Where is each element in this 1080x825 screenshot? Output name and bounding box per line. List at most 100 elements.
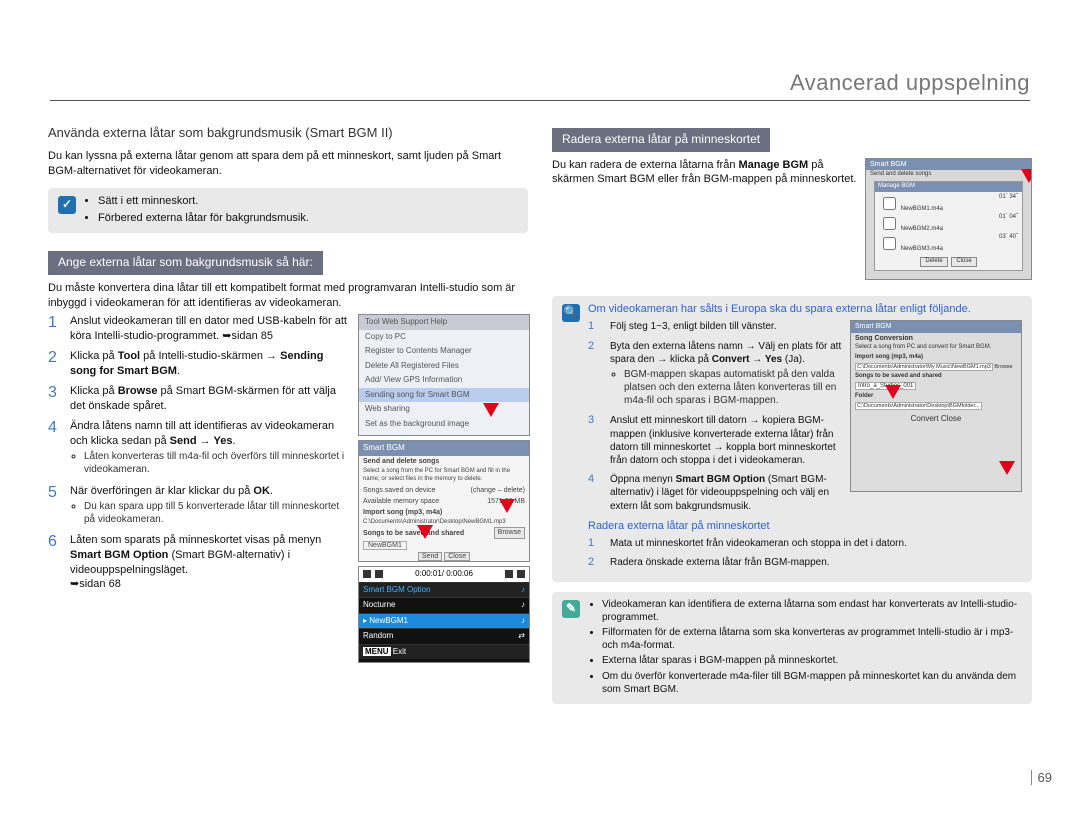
- step-number: 1: [588, 537, 602, 550]
- right-column: Radera externa låtar på minneskortet Sma…: [552, 120, 1032, 714]
- sc-top: Smart BGM: [851, 321, 1021, 332]
- left-column: Använda externa låtar som bakgrundsmusik…: [48, 120, 528, 714]
- bottom-note-box: ✎ Videokameran kan identifiera de extern…: [552, 592, 1032, 704]
- left-intro: Du kan lyssna på externa låtar genom att…: [48, 149, 528, 178]
- sub-bullet: BGM-mappen skapas automatiskt på den val…: [624, 368, 842, 408]
- menu-item-highlighted: Sending song for Smart BGM: [359, 388, 529, 403]
- step-text: Öppna menyn Smart BGM Option (Smart BGM-…: [610, 473, 842, 513]
- step-text: Mata ut minneskortet från videokameran o…: [610, 537, 1022, 550]
- battery-icon: [505, 570, 513, 578]
- close-button[interactable]: Close: [941, 414, 961, 423]
- check-icon: ✓: [58, 196, 76, 214]
- note-item: Externa låtar sparas i BGM-mappen på min…: [602, 654, 1022, 667]
- player-time: 0:00:01/ 0:00:06: [387, 569, 501, 580]
- step-number: 2: [588, 556, 602, 569]
- prerequisite-list: Sätt i ett minneskort. Förbered externa …: [84, 194, 309, 227]
- red-arrow-icon: [483, 403, 499, 417]
- sb-label: Available memory space: [363, 498, 439, 505]
- row-dur: 03´ 40˝: [999, 234, 1018, 242]
- sc-save: Songs to be saved and shared: [851, 371, 1021, 383]
- delete-steps: 1 Mata ut minneskortet från videokameran …: [588, 537, 1022, 569]
- prereq-item: Förbered externa låtar för bakgrundsmusi…: [98, 211, 309, 226]
- step-text: Radera önskade externa låtar från BGM-ma…: [610, 556, 1022, 569]
- box-lead: Om videokameran har sålts i Europa ska d…: [588, 302, 1022, 317]
- convert-button[interactable]: Convert: [911, 414, 939, 423]
- row-checkbox[interactable]: [883, 237, 896, 250]
- red-arrow-icon: [499, 499, 515, 513]
- step-text: Klicka på Browse på Smart BGM-skärmen fö…: [70, 384, 350, 413]
- close-button[interactable]: Close: [444, 552, 470, 561]
- send-button[interactable]: Send: [418, 552, 442, 561]
- menu-item: Add/ View GPS Information: [359, 373, 529, 388]
- row-dur: 01´ 34˝: [999, 194, 1018, 202]
- bottom-notes: Videokameran kan identifiera de externa …: [588, 598, 1022, 698]
- step-number: 1: [48, 314, 62, 343]
- option-item-selected: ▸ NewBGM1: [363, 616, 408, 627]
- left-section-bar: Ange externa låtar som bakgrundsmusik så…: [48, 251, 323, 275]
- option-item: Random: [363, 631, 393, 642]
- row-name: NewBGM1.m4a: [901, 206, 943, 212]
- note-item: Filformaten för de externa låtarna som s…: [602, 626, 1022, 652]
- step-number: 3: [588, 414, 602, 467]
- mgr-top: Smart BGM: [866, 159, 1031, 170]
- right-section-bar: Radera externa låtar på minneskortet: [552, 128, 770, 152]
- sb-label: Songs saved on device: [363, 487, 435, 494]
- menu-exit: MENU Exit: [363, 647, 406, 658]
- row-name: NewBGM3.m4a: [901, 246, 943, 252]
- sc-folder: Folder: [851, 391, 1021, 403]
- sub-blue-heading: Radera externa låtar på minneskortet: [588, 519, 1022, 534]
- row-checkbox[interactable]: [883, 197, 896, 210]
- browse-button[interactable]: Browse: [994, 364, 1012, 370]
- menu-item: Copy to PC: [359, 330, 529, 345]
- left-section-para: Du måste konvertera dina låtar till ett …: [48, 281, 528, 310]
- option-item: Nocturne: [363, 600, 395, 611]
- sc-path: C:\Documents\Administrator\My Music\NewB…: [855, 363, 993, 371]
- prereq-item: Sätt i ett minneskort.: [98, 194, 309, 209]
- step-text: När överföringen är klar klickar du på O…: [70, 484, 350, 528]
- pencil-icon: ✎: [562, 600, 580, 618]
- smartbgm-titlebar: Smart BGM: [359, 441, 529, 456]
- sb-name-field[interactable]: NewBGM1: [363, 541, 407, 550]
- step-number: 1: [588, 320, 602, 333]
- step-number: 2: [588, 340, 602, 409]
- sb-path: C:\Documents\Administrator\Desktop\NewBG…: [363, 519, 506, 525]
- pause-icon: [375, 570, 383, 578]
- mgr-title: Manage BGM: [875, 182, 1022, 192]
- step-number: 3: [48, 384, 62, 413]
- smart-bgm-screenshot: Smart BGM Send and delete songs Select a…: [358, 440, 530, 562]
- sc-title: Song Conversion: [851, 333, 1021, 344]
- player-screenshot: 0:00:01/ 0:00:06 Smart BGM Option♪ Noctu…: [358, 566, 530, 663]
- step-text: Anslut ett minneskort till datorn → kopi…: [610, 414, 842, 467]
- sb-section: Send and delete songs: [359, 456, 529, 467]
- player-option-list: Smart BGM Option♪ Nocturne♪ ▸ NewBGM1♪ R…: [359, 582, 529, 660]
- menu-item: Delete All Registered Files: [359, 359, 529, 374]
- sc-import: Import song (mp3, m4a): [851, 352, 1021, 364]
- step-text: Klicka på Tool på Intelli-studio-skärmen…: [70, 349, 350, 378]
- step-text: Byta den externa låtens namn → Välj en p…: [610, 340, 842, 409]
- sub-bullet: Du kan spara upp till 5 konverterade låt…: [84, 500, 350, 526]
- note-item: Videokameran kan identifiera de externa …: [602, 598, 1022, 624]
- manage-bgm-screenshot: Smart BGM Send and delete songs Manage B…: [865, 158, 1032, 280]
- tool-header: Tool Web Support Help: [359, 315, 529, 330]
- sc-desc: Select a song from PC and convert for Sm…: [851, 344, 1021, 352]
- mgr-sub: Send and delete songs: [866, 170, 1031, 180]
- europe-note-box: 🔍 Om videokameran har sålts i Europa ska…: [552, 296, 1032, 582]
- manual-page: Avancerad uppspelning Använda externa lå…: [0, 0, 1080, 825]
- note-item: Om du överför konverterade m4a-filer til…: [602, 670, 1022, 696]
- sc-path2: C:\Documents\Administrator\Desktop\BGMfo…: [855, 402, 982, 410]
- red-arrow-icon: [999, 461, 1015, 475]
- red-arrow-icon: [885, 385, 901, 399]
- browse-button[interactable]: Browse: [494, 527, 525, 538]
- page-title: Avancerad uppspelning: [790, 70, 1030, 96]
- step-number: 5: [48, 484, 62, 528]
- sb-desc: Select a song from the PC for Smart BGM …: [359, 467, 529, 485]
- play-icon: [363, 570, 371, 578]
- prerequisite-box: ✓ Sätt i ett minneskort. Förbered extern…: [48, 188, 528, 233]
- step-number: 2: [48, 349, 62, 378]
- delete-button[interactable]: Delete: [920, 257, 947, 267]
- close-button[interactable]: Close: [951, 257, 976, 267]
- menu-item: Register to Contents Manager: [359, 344, 529, 359]
- row-checkbox[interactable]: [883, 217, 896, 230]
- sub-bullet: Låten konverteras till m4a-fil och överf…: [84, 450, 350, 476]
- player-controls: 0:00:01/ 0:00:06: [359, 567, 529, 582]
